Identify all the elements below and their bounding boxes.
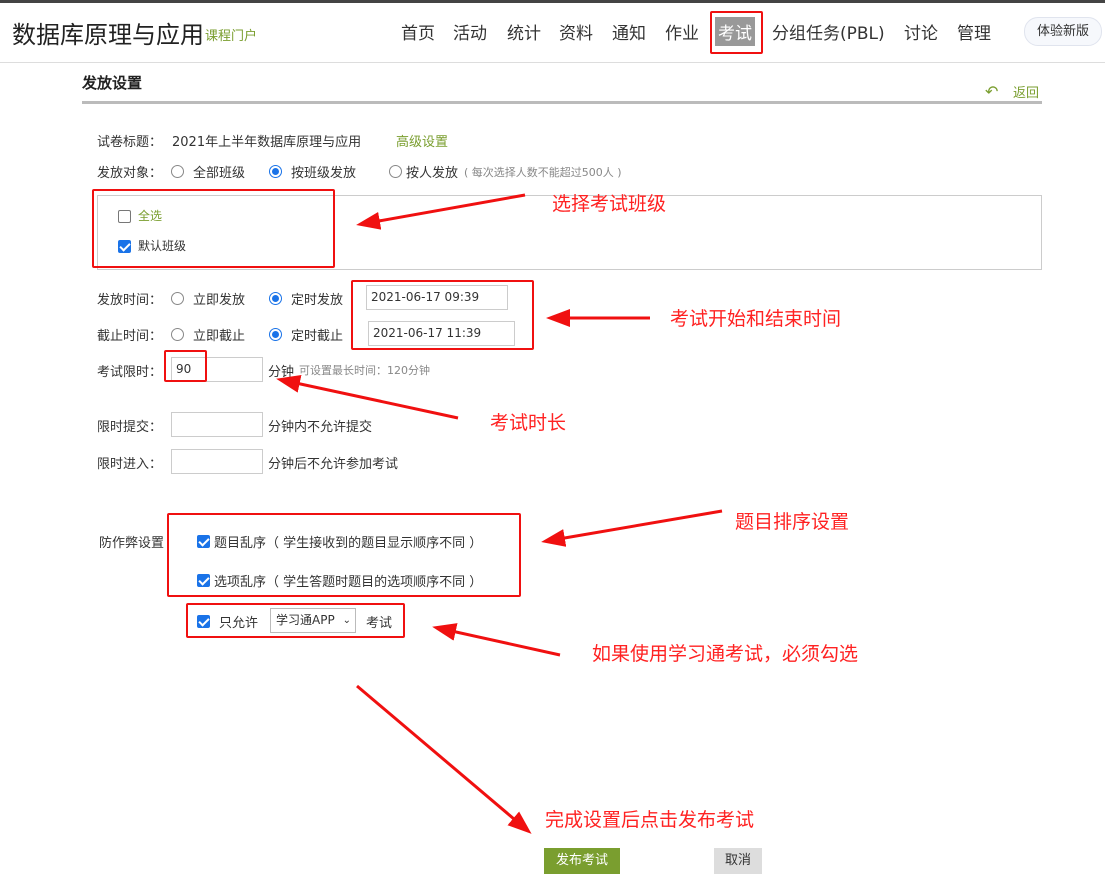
arrow xyxy=(356,684,532,834)
annotation-arrows xyxy=(276,193,723,834)
annotation-text: 题目排序设置 xyxy=(735,511,850,533)
arrow xyxy=(432,623,561,657)
arrow xyxy=(541,509,723,547)
annotation-text: 考试开始和结束时间 xyxy=(670,308,842,330)
annotation-text: 考试时长 xyxy=(490,412,567,434)
arrow xyxy=(356,193,526,230)
annotation-text: 如果使用学习通考试，必须勾选 xyxy=(592,643,859,665)
annotation-text: 完成设置后点击发布考试 xyxy=(545,809,755,831)
annotation-text: 选择考试班级 xyxy=(552,193,667,215)
arrow xyxy=(276,375,459,420)
